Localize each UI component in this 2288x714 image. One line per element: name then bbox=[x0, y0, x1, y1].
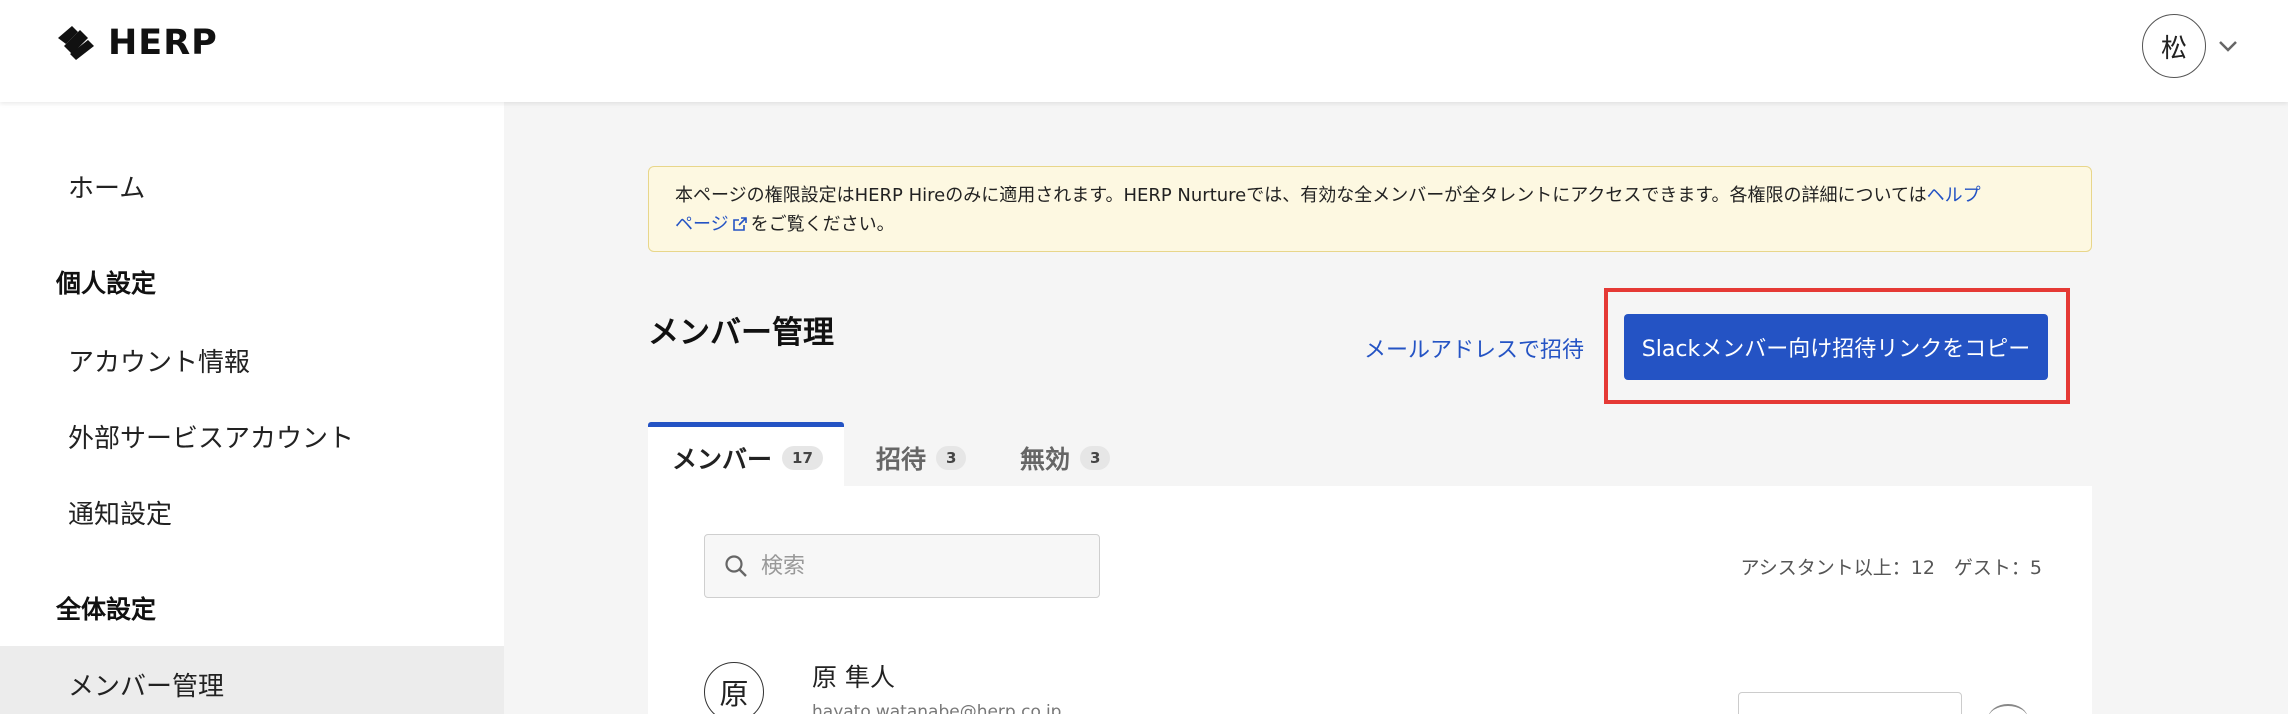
tab-disabled[interactable]: 無効 3 bbox=[1020, 440, 1111, 476]
tab-members-label: メンバー bbox=[672, 445, 773, 474]
help-page-link-continued[interactable]: ページ bbox=[675, 214, 729, 235]
help-page-link[interactable]: ヘルプ bbox=[1927, 185, 1981, 206]
tab-members-count: 17 bbox=[782, 446, 823, 470]
sidebar-section-personal: 個人設定 bbox=[56, 269, 157, 298]
tab-disabled-count: 3 bbox=[1080, 446, 1111, 470]
herp-logo-icon bbox=[58, 26, 94, 60]
tab-invited-count: 3 bbox=[936, 446, 967, 470]
copy-slack-invite-link-button[interactable]: Slackメンバー向け招待リンクをコピー bbox=[1624, 314, 2048, 380]
main-content: 本ページの権限設定はHERP Hireのみに適用されます。HERP Nurtur… bbox=[504, 102, 2288, 714]
notice-suffix: をご覧ください。 bbox=[750, 214, 895, 235]
tab-invited-label: 招待 bbox=[876, 445, 927, 474]
sidebar-item-notification-settings[interactable]: 通知設定 bbox=[68, 494, 172, 531]
notice-text: 本ページの権限設定はHERP Hireのみに適用されます。HERP Nurtur… bbox=[675, 185, 1927, 206]
page-title: メンバー管理 bbox=[648, 315, 834, 351]
member-list-card: アシスタント以上：12 ゲスト：5 原 原 隼人 hayato.watanabe… bbox=[648, 486, 2092, 714]
member-avatar: 原 bbox=[704, 662, 764, 714]
sidebar-item-member-management[interactable]: メンバー管理 bbox=[68, 666, 224, 703]
row-action-icon[interactable] bbox=[1988, 704, 2028, 714]
search-input[interactable] bbox=[761, 553, 1091, 579]
sidebar-section-global: 全体設定 bbox=[56, 595, 157, 624]
role-select[interactable] bbox=[1738, 692, 1962, 714]
member-email: hayato.watanabe@herp.co.jp bbox=[812, 702, 1062, 714]
tab-active-indicator bbox=[648, 422, 844, 427]
sidebar-item-external-accounts[interactable]: 外部サービスアカウント bbox=[68, 418, 354, 455]
member-stats: アシスタント以上：12 ゲスト：5 bbox=[1740, 557, 2042, 579]
user-avatar[interactable]: 松 bbox=[2142, 14, 2206, 78]
tab-invited[interactable]: 招待 3 bbox=[876, 440, 967, 476]
sidebar: ホーム 個人設定 アカウント情報 外部サービスアカウント 通知設定 全体設定 メ… bbox=[0, 102, 504, 714]
tab-members[interactable]: メンバー 17 bbox=[672, 440, 823, 476]
top-header: HERP 松 bbox=[0, 0, 2288, 102]
external-link-icon[interactable] bbox=[732, 216, 748, 232]
herp-logo[interactable]: HERP bbox=[54, 22, 218, 64]
tab-disabled-label: 無効 bbox=[1020, 445, 1071, 474]
permission-notice: 本ページの権限設定はHERP Hireのみに適用されます。HERP Nurtur… bbox=[648, 166, 2092, 252]
invite-by-email-link[interactable]: メールアドレスで招待 bbox=[1364, 332, 1584, 364]
chevron-down-icon[interactable] bbox=[2218, 38, 2238, 54]
member-name: 原 隼人 bbox=[812, 663, 895, 692]
logo-text: HERP bbox=[108, 23, 218, 63]
sidebar-item-home[interactable]: ホーム bbox=[68, 168, 145, 205]
search-icon bbox=[725, 555, 747, 577]
sidebar-item-account-info[interactable]: アカウント情報 bbox=[68, 342, 250, 379]
search-box[interactable] bbox=[704, 534, 1100, 598]
